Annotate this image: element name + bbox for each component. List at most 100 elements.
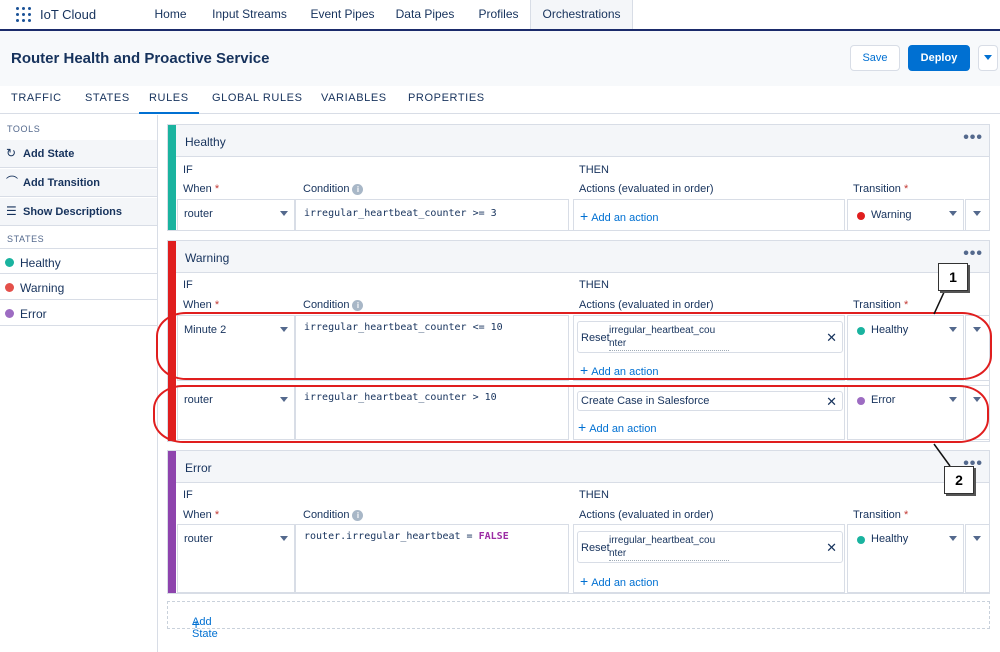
condition-input[interactable]: irregular_heartbeat_counter >= 3	[295, 199, 569, 231]
condition-input[interactable]: router.irregular_heartbeat = FALSE	[295, 524, 569, 593]
deploy-button[interactable]: Deploy	[908, 45, 970, 71]
if-label: IF	[183, 279, 193, 291]
when-label: When *	[183, 299, 220, 311]
then-label: THEN	[579, 279, 609, 291]
chevron-down-icon	[973, 536, 981, 541]
info-icon[interactable]: i	[352, 509, 364, 521]
global-nav: IoT Cloud Home Input Streams Event Pipes…	[0, 0, 1000, 31]
nav-tab-input-streams[interactable]: Input Streams	[207, 0, 292, 29]
actions-label: Actions (evaluated in order)	[579, 183, 714, 195]
if-label: IF	[183, 164, 193, 176]
sidebar-state-warning[interactable]: Warning	[0, 274, 157, 300]
save-button[interactable]: Save	[850, 45, 900, 71]
actions-cell: Reset irregular_heartbeat_cou nter ✕ + Ad…	[573, 524, 845, 593]
tab-global-rules[interactable]: GLOBAL RULES	[212, 92, 303, 104]
nav-tab-profiles[interactable]: Profiles	[471, 0, 526, 29]
rule-menu-button[interactable]	[965, 524, 990, 593]
annotation-callout-1: 1	[938, 263, 968, 291]
card-header: Healthy •••	[176, 125, 989, 157]
plus-icon: +	[580, 573, 589, 589]
state-color-bar	[168, 125, 176, 230]
transition-label: Transition *	[853, 299, 909, 311]
tools-header: TOOLS	[7, 124, 41, 134]
chevron-down-icon	[949, 211, 957, 216]
card-title: Warning	[185, 251, 230, 265]
refresh-icon: ↻	[6, 146, 17, 160]
nav-tab-home[interactable]: Home	[143, 0, 198, 29]
action-prefix: Reset	[581, 542, 610, 554]
condition-text: router.irregular_heartbeat = FALSE	[304, 531, 509, 542]
state-label: Healthy	[20, 256, 61, 270]
chevron-down-icon	[973, 211, 981, 216]
rule-menu-button[interactable]	[965, 199, 990, 231]
show-descriptions-tool[interactable]: ☰ Show Descriptions	[0, 198, 157, 226]
when-select[interactable]: router	[177, 524, 295, 593]
more-options-icon[interactable]: •••	[963, 130, 983, 146]
select-value: router	[184, 533, 213, 545]
nav-tab-data-pipes[interactable]: Data Pipes	[391, 0, 459, 29]
actions-label: Actions (evaluated in order)	[579, 509, 714, 521]
tool-label: Show Descriptions	[23, 206, 123, 218]
app-launcher-icon[interactable]	[16, 7, 32, 23]
add-state-button[interactable]: + Add State	[167, 601, 990, 640]
tool-label: Add Transition	[23, 177, 100, 189]
page-header: Router Health and Proactive Service Save…	[0, 31, 1000, 86]
plus-icon: +	[580, 208, 589, 224]
status-dot-icon	[857, 536, 865, 544]
nav-tab-orchestrations[interactable]: Orchestrations	[530, 0, 633, 29]
condition-label: Condition i	[303, 299, 364, 311]
list-icon: ☰	[6, 204, 17, 218]
close-icon[interactable]: ✕	[826, 540, 837, 556]
annotation-highlight-2	[153, 385, 989, 443]
transition-select[interactable]: Healthy	[847, 524, 964, 593]
add-transition-tool[interactable]: ⌒ Add Transition	[0, 169, 157, 197]
tab-properties[interactable]: PROPERTIES	[408, 92, 485, 104]
card-title: Error	[185, 461, 212, 475]
nav-tab-event-pipes[interactable]: Event Pipes	[305, 0, 380, 29]
tab-rules[interactable]: RULES	[139, 92, 199, 114]
state-card-error: Error ••• IF THEN When * Condition i Acti…	[167, 450, 990, 594]
transition-label: Transition *	[853, 183, 909, 195]
condition-label: Condition i	[303, 509, 364, 521]
when-select[interactable]: router	[177, 199, 295, 231]
transition-label: Transition *	[853, 509, 909, 521]
select-value: Healthy	[871, 533, 909, 545]
transition-icon: ⌒	[6, 175, 19, 189]
chevron-down-icon	[280, 211, 288, 216]
chevron-down-icon	[984, 54, 992, 60]
action-chip[interactable]: Reset irregular_heartbeat_cou nter ✕	[577, 531, 843, 563]
add-state-tool[interactable]: ↻ Add State	[0, 140, 157, 168]
annotation-highlight-1	[156, 312, 992, 380]
status-dot-icon	[5, 258, 14, 267]
chevron-down-icon	[949, 536, 957, 541]
info-icon[interactable]: i	[352, 183, 364, 195]
more-options-icon[interactable]: •••	[963, 246, 983, 262]
annotation-callout-2: 2	[944, 466, 974, 494]
card-title: Healthy	[185, 135, 226, 149]
actions-label: Actions (evaluated in order)	[579, 299, 714, 311]
select-value: router	[184, 208, 213, 220]
condition-text: irregular_heartbeat_counter >= 3	[304, 208, 497, 219]
more-actions-button[interactable]	[978, 45, 998, 71]
status-dot-icon	[5, 309, 14, 318]
transition-select[interactable]: Warning	[847, 199, 964, 231]
sidebar-state-healthy[interactable]: Healthy	[0, 248, 157, 274]
sidebar-state-error[interactable]: Error	[0, 300, 157, 326]
if-label: IF	[183, 489, 193, 501]
tab-traffic[interactable]: TRAFFIC	[11, 92, 62, 104]
orchestration-tabs: TRAFFIC STATES RULES GLOBAL RULES VARIAB…	[0, 86, 1000, 114]
sidebar: TOOLS ↻ Add State ⌒ Add Transition ☰ Sho…	[0, 115, 158, 652]
select-value: Warning	[871, 209, 912, 221]
state-label: Error	[20, 307, 47, 321]
tab-variables[interactable]: VARIABLES	[321, 92, 387, 104]
when-label: When *	[183, 509, 220, 521]
info-icon[interactable]: i	[352, 299, 364, 311]
tab-states[interactable]: STATES	[85, 92, 130, 104]
then-label: THEN	[579, 489, 609, 501]
state-color-bar	[168, 451, 176, 593]
card-header: Error •••	[176, 451, 989, 483]
add-action-link[interactable]: + Add an action	[580, 208, 658, 224]
add-action-link[interactable]: + Add an action	[580, 573, 658, 589]
chevron-down-icon	[280, 536, 288, 541]
action-variable: irregular_heartbeat_cou nter	[609, 534, 729, 561]
